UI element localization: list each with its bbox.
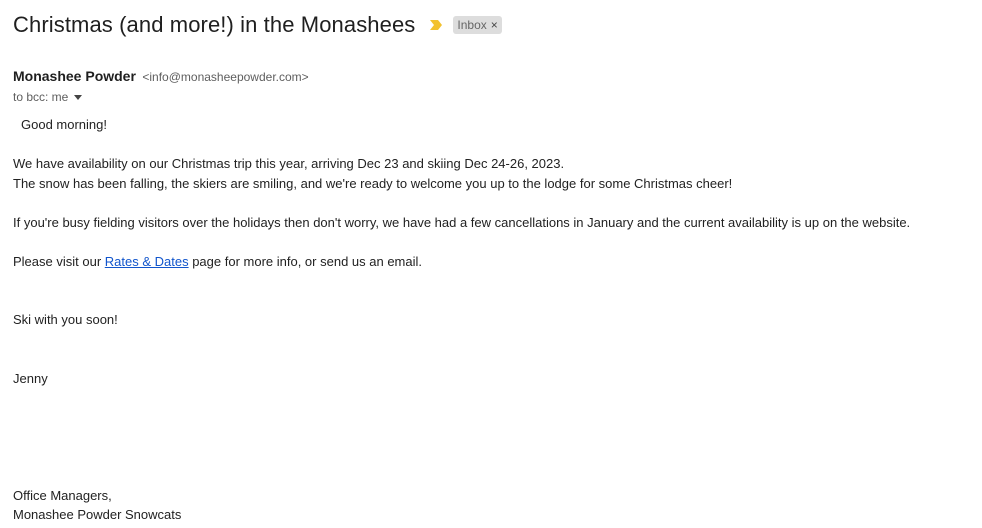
remove-label-icon[interactable]: ×: [491, 18, 498, 32]
body-closing: Ski with you soon!: [13, 312, 118, 327]
rates-dates-link[interactable]: Rates & Dates: [105, 254, 189, 269]
body-greeting: Good morning!: [21, 117, 107, 132]
sender-name[interactable]: Monashee Powder: [13, 68, 136, 84]
email-subject: Christmas (and more!) in the Monashees: [13, 12, 416, 37]
importance-marker-icon[interactable]: [429, 18, 443, 32]
body-para2: If you're busy fielding visitors over th…: [13, 215, 911, 230]
recipients-row: to bcc: me: [13, 90, 83, 104]
body-para3: Please visit our Rates & Dates page for …: [13, 254, 422, 269]
subject-row: Christmas (and more!) in the Monashees I…: [13, 10, 502, 40]
body-para1-line2: The snow has been falling, the skiers ar…: [13, 176, 733, 191]
signature-title: Office Managers,: [13, 488, 112, 503]
inbox-label-chip: Inbox ×: [453, 16, 502, 34]
body-para1-line1: We have availability on our Christmas tr…: [13, 156, 565, 171]
para3-suffix: page for more info, or send us an email.: [188, 254, 422, 269]
email-view: Christmas (and more!) in the Monashees I…: [0, 0, 982, 528]
sender-email: <info@monasheepowder.com>: [142, 70, 309, 84]
inbox-label-text: Inbox: [457, 18, 487, 32]
signature-name: Jenny: [13, 371, 48, 386]
chevron-down-icon[interactable]: [74, 94, 83, 100]
sender-row: Monashee Powder <info@monasheepowder.com…: [13, 68, 309, 86]
para3-prefix: Please visit our: [13, 254, 105, 269]
recipients-text: to bcc: me: [13, 90, 69, 104]
signature-company: Monashee Powder Snowcats: [13, 507, 182, 522]
